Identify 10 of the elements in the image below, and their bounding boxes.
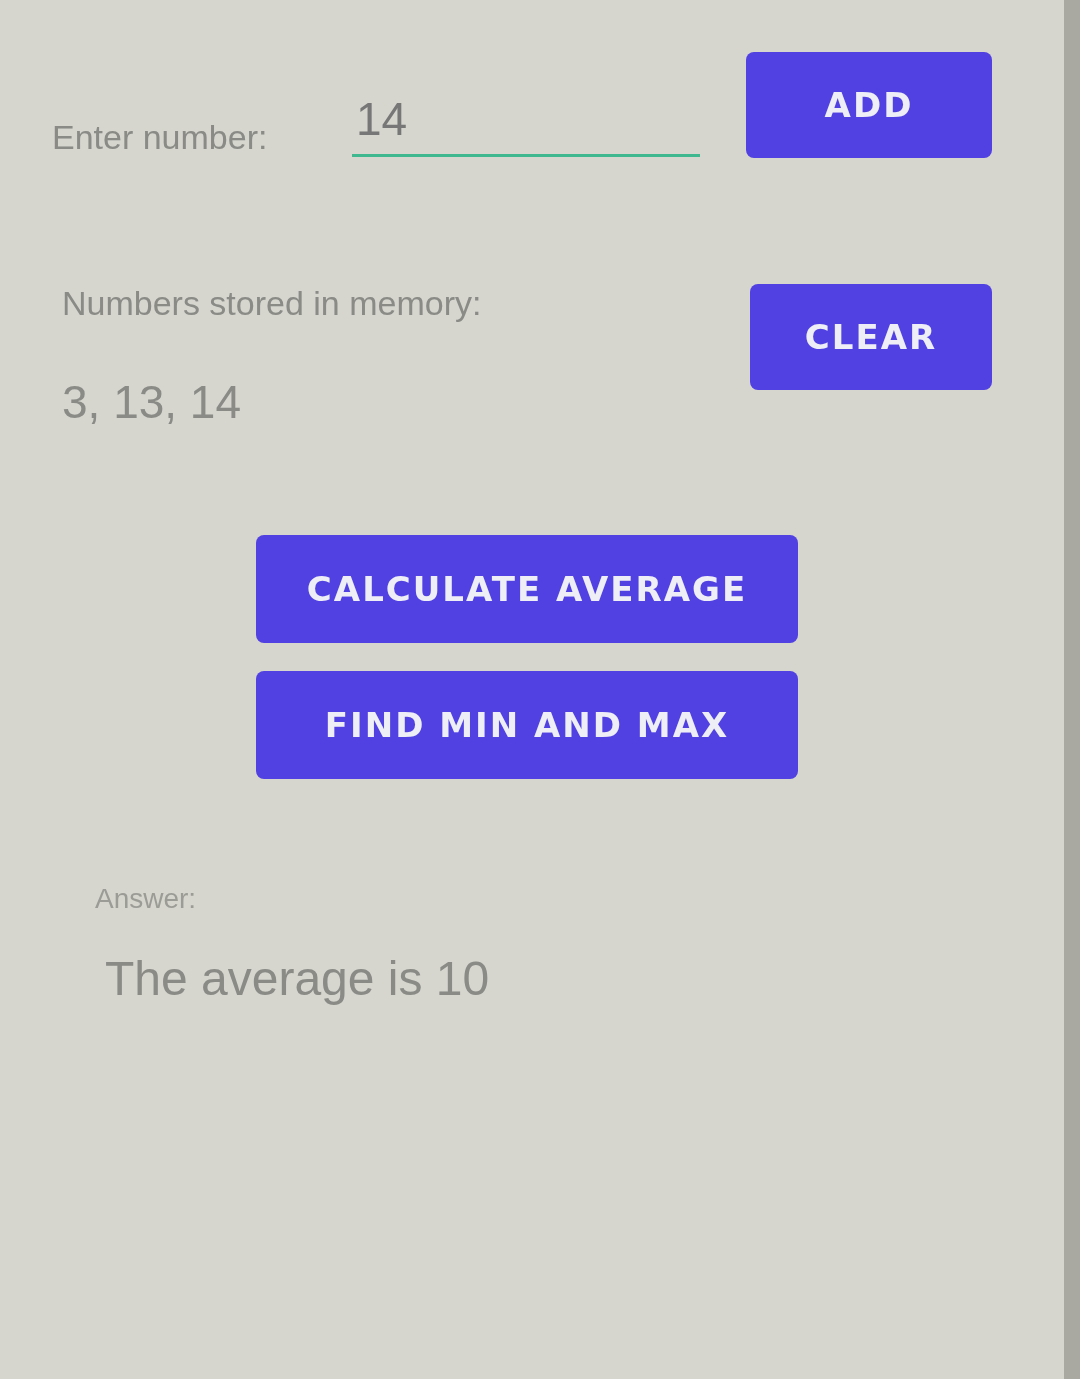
answer-text: The average is 10 (105, 951, 491, 1006)
memory-values: 3, 13, 14 (62, 375, 243, 429)
add-button[interactable]: ADD (746, 52, 992, 158)
answer-label: Answer: (95, 883, 198, 915)
clear-button[interactable]: CLEAR (750, 284, 992, 390)
field-label: Enter number: (52, 118, 269, 157)
number-input-field[interactable]: 14 (352, 92, 700, 157)
action-button[interactable]: CALCULATE AVERAGE (256, 535, 798, 643)
memory-label: Numbers stored in memory: (62, 284, 482, 323)
action-button[interactable]: FIND MIN AND MAX (256, 671, 798, 779)
